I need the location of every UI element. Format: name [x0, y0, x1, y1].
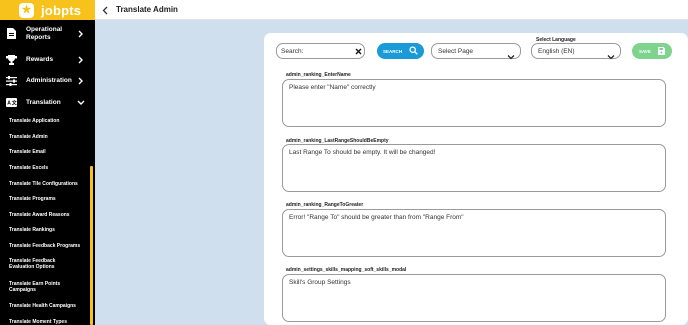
- brand-header[interactable]: ★ jobpts: [0, 0, 95, 20]
- translate-icon: A文: [6, 97, 17, 108]
- sidebar-subitem-translate-email[interactable]: Translate Email: [9, 149, 89, 155]
- sidebar-subitem-translate-programs[interactable]: Translate Programs: [9, 196, 89, 202]
- sidebar-subitem-translate-feedback-programs[interactable]: Translate Feedback Programs: [9, 243, 89, 249]
- sidebar-scrollbar-thumb[interactable]: [90, 166, 93, 325]
- page-title: Translate Admin: [116, 5, 178, 14]
- sidebar: ★ jobpts Operational Reports Rewards Adm…: [0, 0, 95, 325]
- sidebar-subitem-translate-earn-points-campaigns[interactable]: Translate Earn Points Campaigns: [9, 281, 89, 293]
- sidebar-subitem-translate-rankings[interactable]: Translate Rankings: [9, 227, 89, 233]
- sidebar-item-administration[interactable]: Administration: [0, 75, 95, 86]
- sidebar-item-label: Translation: [26, 99, 61, 106]
- svg-text:文: 文: [12, 100, 17, 107]
- translation-textarea[interactable]: Last Range To should be empty. It will b…: [282, 144, 666, 192]
- floppy-disk-icon: [658, 47, 665, 55]
- sidebar-item-translation[interactable]: A文 Translation: [0, 97, 95, 108]
- sidebar-subitem-translate-tile-configurations[interactable]: Translate Tile Configurations: [9, 181, 89, 187]
- sidebar-subitem-label: Evaluation Options: [9, 264, 55, 270]
- sidebar-subitem-translate-health-campaigns[interactable]: Translate Health Campaigns: [9, 303, 89, 309]
- sidebar-item-label: Rewards: [26, 56, 54, 63]
- brand-name: jobpts: [41, 2, 82, 18]
- sidebar-subitem-translate-moment-types[interactable]: Translate Moment Types: [9, 319, 89, 325]
- report-icon: [6, 28, 17, 39]
- page-select[interactable]: Select Page: [431, 43, 521, 60]
- translation-textarea[interactable]: Skill's Group Settings: [282, 274, 666, 322]
- sidebar-subitem-translate-application[interactable]: Translate Application: [9, 118, 89, 124]
- sidebar-item-label: Operational: [26, 26, 63, 33]
- translation-card: SEARCH Select Page Select Language Engli…: [264, 33, 688, 325]
- search-button[interactable]: SEARCH: [377, 43, 424, 59]
- search-box: [276, 43, 365, 59]
- chevron-down-icon: [607, 48, 615, 60]
- sidebar-item-operational-reports[interactable]: Operational Reports: [0, 25, 95, 43]
- language-select[interactable]: English (EN): [531, 43, 621, 60]
- sliders-icon: [6, 75, 17, 86]
- language-select-value: English (EN): [538, 48, 575, 55]
- chevron-down-icon: [507, 48, 515, 60]
- sidebar-item-label: Reports: [26, 34, 51, 41]
- sidebar-subitem-translate-award-reasons[interactable]: Translate Award Reasons: [9, 212, 89, 218]
- field-key-label: admin_ranking_EnterName: [286, 72, 351, 78]
- chevron-right-icon: [77, 56, 85, 64]
- search-button-label: SEARCH: [383, 48, 403, 54]
- translation-text: Please enter "Name" correctly: [289, 84, 376, 91]
- translation-text: Skill's Group Settings: [289, 279, 351, 286]
- svg-text:A: A: [7, 101, 11, 107]
- close-icon[interactable]: [354, 47, 362, 55]
- sidebar-subitem-translate-excels[interactable]: Translate Excels: [9, 165, 89, 171]
- save-button-label: SAVE: [639, 48, 651, 54]
- chevron-down-icon: [77, 99, 85, 107]
- trophy-icon: [6, 54, 17, 65]
- sidebar-subitem-translate-feedback-evaluation-options[interactable]: Translate Feedback Evaluation Options: [9, 258, 89, 270]
- page-select-value: Select Page: [438, 48, 474, 55]
- translation-textarea[interactable]: Error! "Range To" should be greater than…: [282, 209, 666, 257]
- translation-text: Error! "Range To" should be greater than…: [289, 214, 464, 221]
- top-bar: Translate Admin: [95, 0, 688, 20]
- search-input[interactable]: [281, 46, 351, 57]
- translation-textarea[interactable]: Please enter "Name" correctly: [282, 79, 666, 127]
- sidebar-item-rewards[interactable]: Rewards: [0, 54, 95, 65]
- field-key-label: admin_settings_skills_mapping_soft_skill…: [286, 267, 407, 273]
- chevron-right-icon: [77, 77, 85, 85]
- sidebar-subitem-translate-admin[interactable]: Translate Admin: [9, 134, 89, 140]
- sidebar-subitem-label: Campaigns: [9, 287, 36, 293]
- field-key-label: admin_ranking_RangeToGreater: [286, 202, 364, 208]
- sidebar-item-label: Administration: [26, 77, 72, 84]
- translation-text: Last Range To should be empty. It will b…: [289, 149, 436, 156]
- back-arrow-icon[interactable]: [100, 5, 109, 15]
- save-button[interactable]: SAVE: [632, 43, 672, 59]
- search-icon: [409, 46, 418, 55]
- chevron-right-icon: [77, 30, 85, 38]
- star-logo-icon: ★: [19, 2, 34, 18]
